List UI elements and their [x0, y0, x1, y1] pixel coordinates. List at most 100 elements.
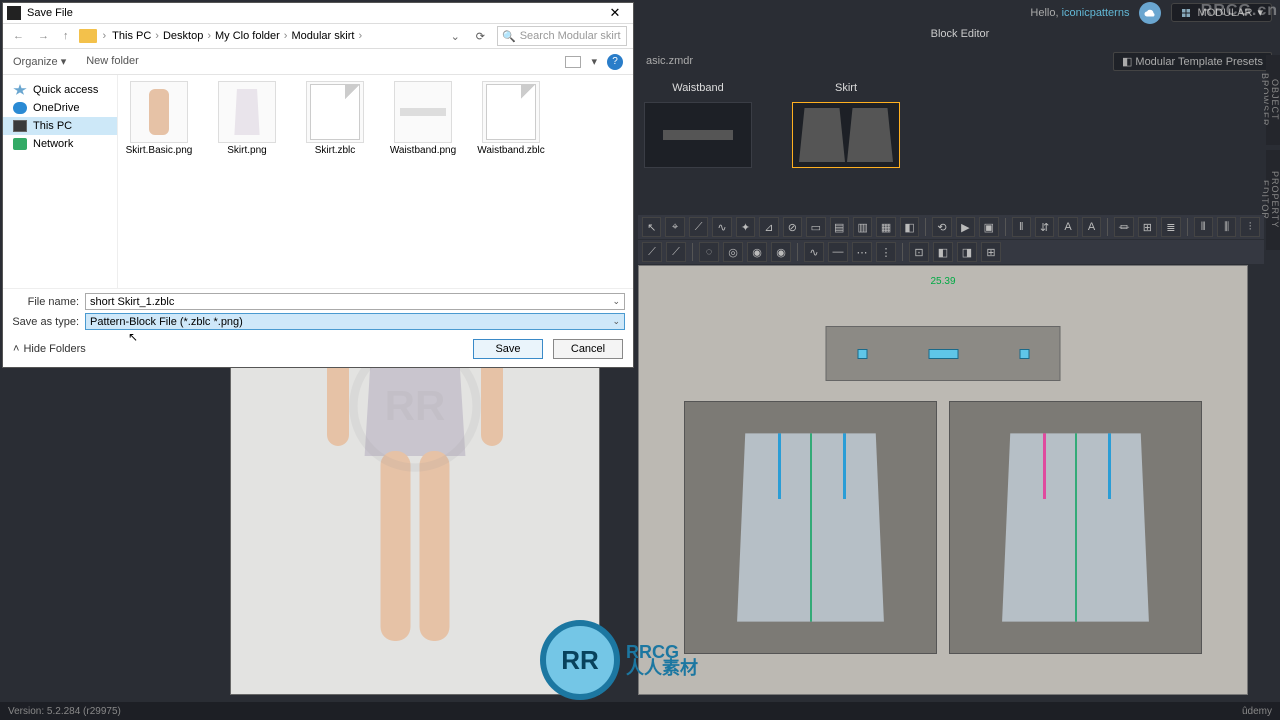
toolbar-button[interactable]: ⟲: [932, 217, 951, 237]
property-editor-tab[interactable]: PROPERTY EDITOR: [1266, 150, 1280, 250]
toolbar-button[interactable]: ‖: [1012, 217, 1031, 237]
file-item[interactable]: Skirt.zblc: [300, 81, 370, 156]
file-item[interactable]: Waistband.png: [388, 81, 458, 156]
path-expand-icon[interactable]: ⌄: [447, 30, 464, 43]
filename-input[interactable]: short Skirt_1.zblc ⌄: [85, 293, 625, 310]
toolbar-button[interactable]: ◧: [933, 242, 953, 262]
chevron-right-icon[interactable]: ›: [155, 30, 159, 42]
file-item[interactable]: Waistband.zblc: [476, 81, 546, 156]
object-browser-tab[interactable]: OBJECT BROWSER: [1266, 55, 1280, 145]
toolbar-button[interactable]: ⊿: [759, 217, 778, 237]
toolbar-button[interactable]: ▶: [956, 217, 975, 237]
waistband-pattern-panel[interactable]: [826, 326, 1061, 381]
file-list[interactable]: Skirt.Basic.png Skirt.png Skirt.zblc Waistb…: [118, 75, 633, 288]
toolbar-button[interactable]: ⊞: [1138, 217, 1157, 237]
toolbar-button[interactable]: ⊡: [909, 242, 929, 262]
nav-up-icon[interactable]: ↑: [59, 30, 73, 42]
category-waistband[interactable]: Waistband: [644, 82, 752, 192]
sidebar-item[interactable]: Quick access: [3, 81, 117, 99]
breadcrumb-segment[interactable]: This PC: [112, 30, 151, 42]
chevron-right-icon[interactable]: ›: [284, 30, 288, 42]
view-options-icon[interactable]: [565, 56, 581, 68]
chevron-down-icon[interactable]: ⌄: [612, 316, 620, 327]
refresh-icon[interactable]: ⟳: [470, 30, 491, 43]
toolbar-button[interactable]: ⊞: [981, 242, 1001, 262]
chevron-down-icon[interactable]: ⌄: [612, 296, 620, 307]
toolbar-button[interactable]: ◨: [957, 242, 977, 262]
toolbar-button[interactable]: ⌖: [665, 217, 684, 237]
breadcrumb-segment[interactable]: My Clo folder: [215, 30, 280, 42]
toolbar-button[interactable]: A: [1082, 217, 1101, 237]
skirt-front-panel[interactable]: [684, 401, 937, 654]
sidebar-item[interactable]: This PC: [3, 117, 117, 135]
toolbar-button[interactable]: ▦: [876, 217, 895, 237]
file-item[interactable]: Skirt.png: [212, 81, 282, 156]
toolbar-button[interactable]: ⏛: [1114, 217, 1133, 237]
toolbar-button[interactable]: ⇵: [1035, 217, 1054, 237]
category-skirt[interactable]: Skirt: [792, 82, 900, 192]
hide-folders-button[interactable]: ˄ Hide Folders: [13, 343, 86, 355]
pattern-node[interactable]: [1019, 349, 1029, 359]
sidebar-item[interactable]: OneDrive: [3, 99, 117, 117]
toolbar-button[interactable]: ◉: [771, 242, 791, 262]
toolbar-button[interactable]: ↖: [642, 217, 661, 237]
chevron-right-icon[interactable]: ›: [207, 30, 211, 42]
chevron-right-icon[interactable]: ›: [358, 30, 362, 42]
close-button[interactable]: ✕: [601, 5, 629, 21]
cancel-button[interactable]: Cancel: [553, 339, 623, 359]
pattern-node[interactable]: [928, 349, 958, 359]
dart-line[interactable]: [843, 433, 846, 499]
skirt-front-pattern[interactable]: [729, 433, 892, 621]
toolbar-button[interactable]: A: [1058, 217, 1077, 237]
toolbar-button[interactable]: ⋮: [876, 242, 896, 262]
sidebar-item-label: Network: [33, 138, 73, 150]
toolbar-button[interactable]: ⟋: [642, 242, 662, 262]
toolbar-button[interactable]: ▥: [853, 217, 872, 237]
dialog-fields: File name: short Skirt_1.zblc ⌄ Save as …: [3, 288, 633, 333]
toolbar-button[interactable]: ⫴: [1194, 217, 1213, 237]
filetype-select[interactable]: Pattern-Block File (*.zblc *.png) ⌄ ↖: [85, 313, 625, 330]
pattern-2d-canvas[interactable]: 25.39: [638, 265, 1248, 695]
chevron-down-icon[interactable]: ▾: [591, 55, 597, 68]
new-folder-button[interactable]: New folder: [86, 55, 139, 68]
toolbar-button[interactable]: ⫼: [1217, 217, 1236, 237]
dart-line[interactable]: [778, 433, 781, 499]
breadcrumb-segment[interactable]: Desktop: [163, 30, 203, 42]
template-presets-button[interactable]: ◧ Modular Template Presets: [1113, 52, 1272, 71]
toolbar-button[interactable]: ≣: [1161, 217, 1180, 237]
skirt-back-pattern[interactable]: [994, 433, 1157, 621]
toolbar-button[interactable]: —: [828, 242, 848, 262]
toolbar-button[interactable]: ▤: [830, 217, 849, 237]
toolbar-button[interactable]: ▭: [806, 217, 825, 237]
filetype-label: Save as type:: [11, 316, 79, 328]
toolbar-button[interactable]: ⟋: [666, 242, 686, 262]
cloud-sync-icon[interactable]: [1139, 2, 1161, 24]
dart-line[interactable]: [1043, 433, 1046, 499]
username[interactable]: iconicpatterns: [1062, 7, 1130, 19]
search-input[interactable]: 🔍 Search Modular skirt: [497, 26, 627, 46]
toolbar-button[interactable]: ⊘: [783, 217, 802, 237]
nav-forward-icon[interactable]: →: [34, 30, 53, 42]
toolbar-button[interactable]: ◧: [900, 217, 919, 237]
toolbar-button[interactable]: ◌: [699, 242, 719, 262]
file-item[interactable]: Skirt.Basic.png: [124, 81, 194, 156]
skirt-back-panel[interactable]: [949, 401, 1202, 654]
toolbar-button[interactable]: ▣: [979, 217, 998, 237]
sidebar-item[interactable]: Network: [3, 135, 117, 153]
dart-line[interactable]: [1108, 433, 1111, 499]
chevron-right-icon[interactable]: ›: [103, 30, 107, 42]
toolbar-button[interactable]: ◉: [747, 242, 767, 262]
organize-button[interactable]: Organize ▾: [13, 55, 66, 68]
toolbar-button[interactable]: ⫶: [1240, 217, 1259, 237]
toolbar-button[interactable]: ◎: [723, 242, 743, 262]
toolbar-button[interactable]: ∿: [712, 217, 731, 237]
toolbar-button[interactable]: ⟋: [689, 217, 708, 237]
toolbar-button[interactable]: ✦: [736, 217, 755, 237]
breadcrumb-segment[interactable]: Modular skirt: [291, 30, 354, 42]
toolbar-button[interactable]: ∿: [804, 242, 824, 262]
pattern-node[interactable]: [857, 349, 867, 359]
nav-back-icon[interactable]: ←: [9, 30, 28, 42]
save-button[interactable]: Save: [473, 339, 543, 359]
help-icon[interactable]: ?: [607, 54, 623, 70]
toolbar-button[interactable]: ⋯: [852, 242, 872, 262]
